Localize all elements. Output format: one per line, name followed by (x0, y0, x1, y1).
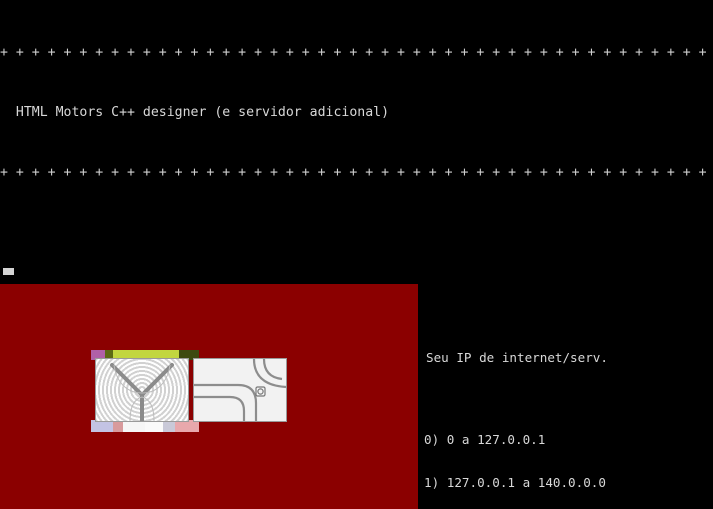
ip-panel-heading: Seu IP de internet/serv. (426, 350, 608, 365)
page-title: HTML Motors C++ designer (e servidor adi… (0, 105, 390, 120)
preview-tile-right[interactable] (193, 358, 287, 422)
ip-option-1[interactable]: 1) 127.0.0.1 a 140.0.0.0 (418, 475, 713, 491)
template-preview-art (91, 350, 287, 432)
separator-rule-top: + + + + + + + + + + + + + + + + + + + + … (0, 45, 707, 60)
ip-selection-panel: Seu IP de internet/serv. 0) 0 a 127.0.0.… (418, 284, 713, 509)
separator-rule-under-title: + + + + + + + + + + + + + + + + + + + + … (0, 165, 707, 180)
terminal-screen: + + + + + + + + + + + + + + + + + + + + … (0, 0, 713, 509)
y-split-icon (110, 363, 174, 421)
ip-option-0[interactable]: 0) 0 a 127.0.0.1 (418, 432, 713, 448)
preview-tile-left[interactable] (95, 358, 189, 422)
terminal-output: + + + + + + + + + + + + + + + + + + + + … (0, 0, 713, 509)
text-cursor (3, 268, 14, 275)
rounded-path-icon (194, 359, 286, 421)
